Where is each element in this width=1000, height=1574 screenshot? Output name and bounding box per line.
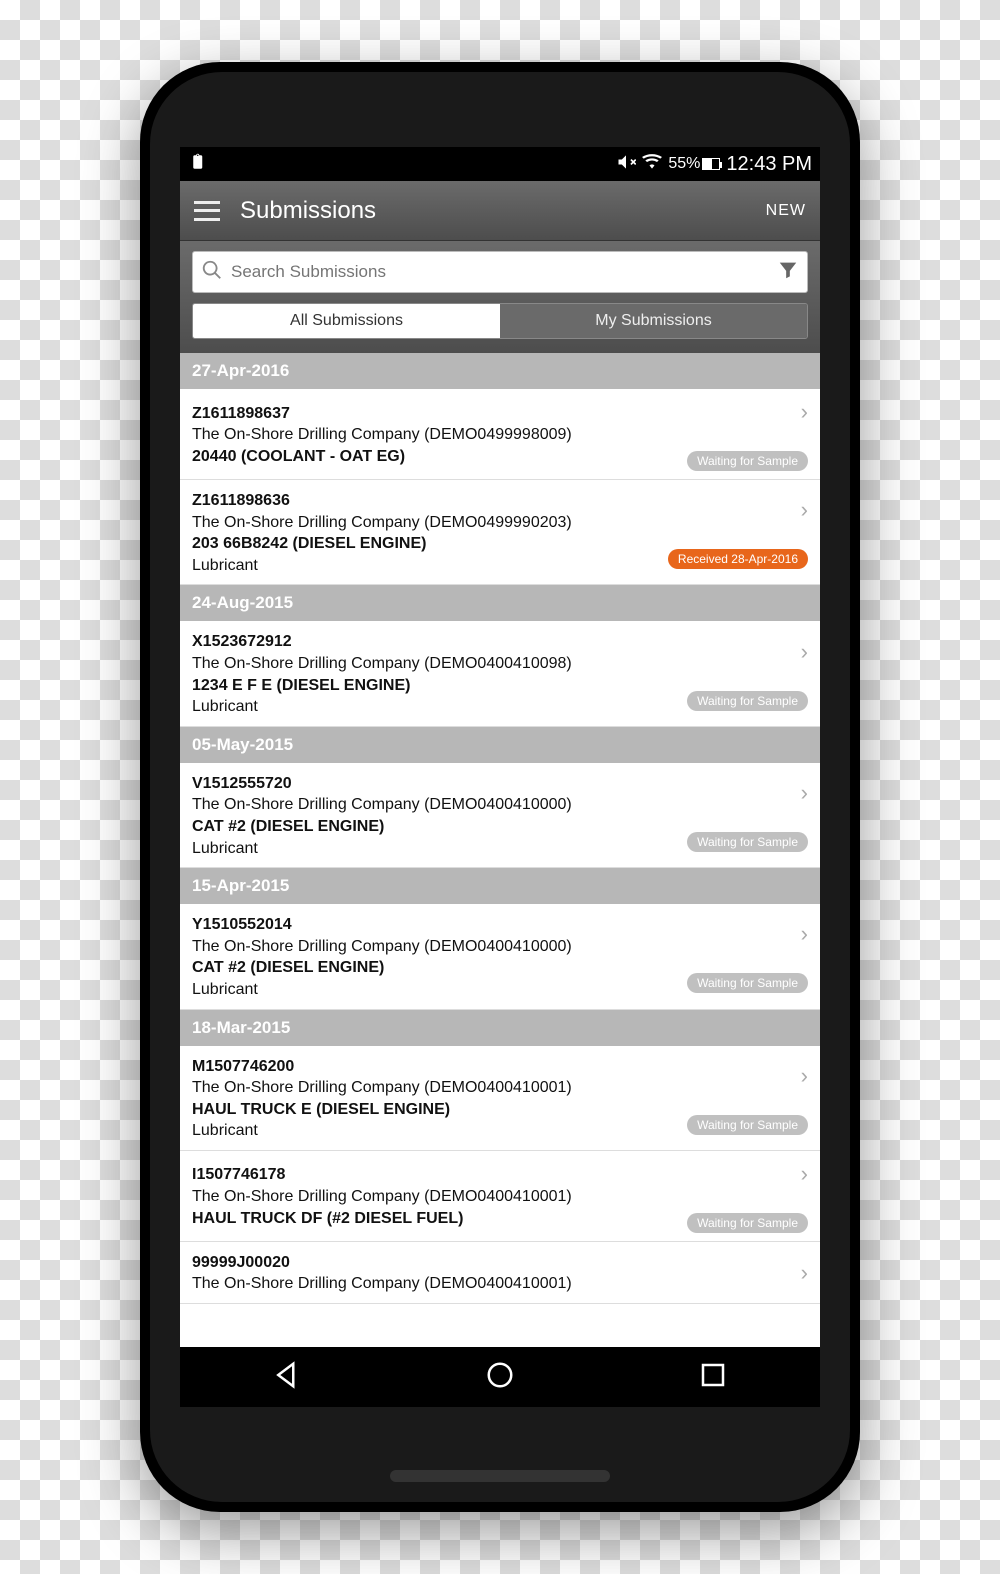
phone-frame: 55% 12:43 PM Submissions NEW <box>140 62 860 1512</box>
android-nav-bar <box>180 1347 820 1407</box>
battery-percent: 55% <box>668 155 700 173</box>
submission-info: V1512555720The On-Shore Drilling Company… <box>192 773 679 859</box>
wifi-icon <box>642 152 662 177</box>
page-title: Submissions <box>240 197 766 225</box>
submission-info: Z1611898637The On-Shore Drilling Company… <box>192 403 679 468</box>
search-area: All Submissions My Submissions <box>180 241 820 353</box>
submission-row[interactable]: M1507746200The On-Shore Drilling Company… <box>180 1046 820 1151</box>
status-badge: Waiting for Sample <box>687 973 808 993</box>
app-bar: Submissions NEW <box>180 181 820 241</box>
submission-row[interactable]: V1512555720The On-Shore Drilling Company… <box>180 763 820 868</box>
submission-info: Y1510552014The On-Shore Drilling Company… <box>192 914 679 1000</box>
chevron-right-icon: › <box>801 497 808 523</box>
tab-my-submissions[interactable]: My Submissions <box>500 304 807 338</box>
row-right: › Received 28-Apr-2016 <box>668 497 808 569</box>
submission-info: I1507746178The On-Shore Drilling Company… <box>192 1164 679 1229</box>
row-right: › Waiting for Sample <box>687 1063 808 1135</box>
tabs: All Submissions My Submissions <box>192 303 808 339</box>
nav-recent-icon[interactable] <box>698 1360 728 1395</box>
chevron-right-icon: › <box>801 639 808 665</box>
status-badge: Waiting for Sample <box>687 691 808 711</box>
nav-home-icon[interactable] <box>485 1360 515 1395</box>
search-input[interactable] <box>231 262 769 282</box>
menu-icon[interactable] <box>194 201 220 221</box>
search-icon <box>201 259 223 286</box>
status-bar: 55% 12:43 PM <box>180 147 820 181</box>
date-header: 24-Aug-2015 <box>180 585 820 621</box>
submission-row[interactable]: X1523672912The On-Shore Drilling Company… <box>180 621 820 726</box>
screen: 55% 12:43 PM Submissions NEW <box>180 147 820 1407</box>
submission-row[interactable]: Z1611898637The On-Shore Drilling Company… <box>180 389 820 480</box>
submissions-list[interactable]: 27-Apr-2016 Z1611898637The On-Shore Drill… <box>180 353 820 1347</box>
date-header: 05-May-2015 <box>180 727 820 763</box>
submission-row[interactable]: 99999J00020The On-Shore Drilling Company… <box>180 1242 820 1304</box>
tab-all-submissions[interactable]: All Submissions <box>193 304 500 338</box>
row-right: › Waiting for Sample <box>687 1161 808 1233</box>
speaker-bottom <box>390 1470 610 1482</box>
clipboard-icon <box>188 153 206 176</box>
date-header: 15-Apr-2015 <box>180 868 820 904</box>
submission-info: Z1611898636The On-Shore Drilling Company… <box>192 490 660 576</box>
chevron-right-icon: › <box>801 780 808 806</box>
date-header: 18-Mar-2015 <box>180 1010 820 1046</box>
battery-indicator: 55% <box>668 155 720 173</box>
submission-row[interactable]: I1507746178The On-Shore Drilling Company… <box>180 1151 820 1242</box>
submission-row[interactable]: Y1510552014The On-Shore Drilling Company… <box>180 904 820 1009</box>
chevron-right-icon: › <box>801 399 808 425</box>
status-badge: Waiting for Sample <box>687 832 808 852</box>
submission-info: M1507746200The On-Shore Drilling Company… <box>192 1056 679 1142</box>
row-right: › Waiting for Sample <box>687 921 808 993</box>
status-badge: Received 28-Apr-2016 <box>668 549 808 569</box>
submission-info: 99999J00020The On-Shore Drilling Company… <box>192 1252 793 1295</box>
search-box[interactable] <box>192 251 808 293</box>
mute-icon <box>616 152 636 177</box>
row-right: › Waiting for Sample <box>687 639 808 711</box>
status-badge: Waiting for Sample <box>687 1213 808 1233</box>
submission-row[interactable]: Z1611898636The On-Shore Drilling Company… <box>180 480 820 585</box>
row-right: › Waiting for Sample <box>687 780 808 852</box>
chevron-right-icon: › <box>801 1161 808 1187</box>
chevron-right-icon: › <box>801 921 808 947</box>
submission-info: X1523672912The On-Shore Drilling Company… <box>192 631 679 717</box>
new-button[interactable]: NEW <box>766 202 806 220</box>
nav-back-icon[interactable] <box>272 1360 302 1395</box>
row-right: › Waiting for Sample <box>687 399 808 471</box>
row-right: › <box>801 1260 808 1286</box>
filter-icon[interactable] <box>777 259 799 286</box>
chevron-right-icon: › <box>801 1260 808 1286</box>
chevron-right-icon: › <box>801 1063 808 1089</box>
status-badge: Waiting for Sample <box>687 451 808 471</box>
status-badge: Waiting for Sample <box>687 1115 808 1135</box>
date-header: 27-Apr-2016 <box>180 353 820 389</box>
clock: 12:43 PM <box>726 153 812 176</box>
